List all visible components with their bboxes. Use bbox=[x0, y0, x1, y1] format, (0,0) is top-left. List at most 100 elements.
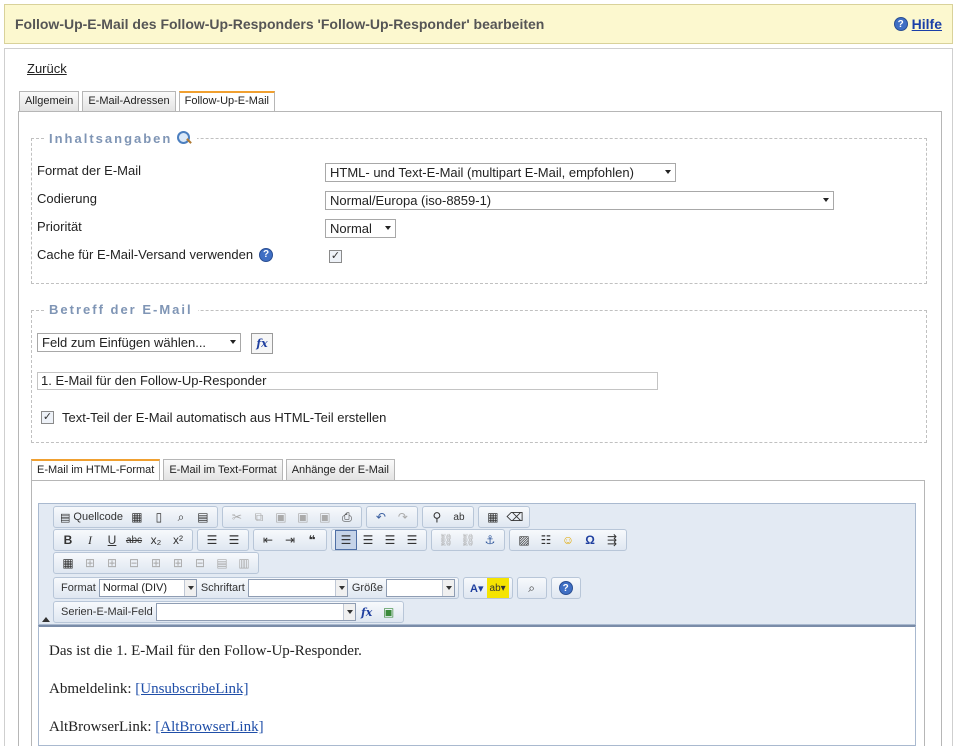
function-button[interactable]: fx bbox=[251, 333, 273, 354]
subscript-icon[interactable]: x₂ bbox=[145, 530, 167, 550]
cache-checkbox[interactable]: ✓ bbox=[329, 250, 342, 263]
toolbar-collapse-icon[interactable] bbox=[42, 617, 50, 622]
link-icon[interactable]: ⛓ bbox=[435, 530, 457, 550]
print-icon[interactable]: ⎙ bbox=[336, 507, 358, 527]
anchor-icon[interactable]: ⚓ bbox=[479, 530, 501, 550]
help-icon[interactable]: ? bbox=[259, 247, 274, 262]
superscript-icon[interactable]: x² bbox=[167, 530, 189, 550]
tab-text-email[interactable]: E-Mail im Text-Format bbox=[163, 459, 283, 480]
special-char-icon[interactable]: Ω bbox=[579, 530, 601, 550]
text-color-icon[interactable]: A▾ bbox=[467, 578, 486, 598]
size-combo[interactable] bbox=[386, 579, 456, 597]
align-right-icon[interactable]: ☰ bbox=[379, 530, 401, 550]
mergefield-combo[interactable] bbox=[155, 603, 356, 621]
unsubscribe-link[interactable]: [UnsubscribeLink] bbox=[135, 681, 248, 697]
subject-legend-text: Betreff der E-Mail bbox=[49, 302, 193, 317]
subject-legend: Betreff der E-Mail bbox=[44, 302, 198, 317]
undo-icon[interactable]: ↶ bbox=[370, 507, 392, 527]
content-line-1: Das ist die 1. E-Mail für den Follow-Up-… bbox=[49, 643, 362, 659]
toolbar-row-2: B I U abc x₂ x² ☰ ☰ ⇤ ⇥ ❝ ☰ ☰ ☰ ☰ ⛓ ⛓ ⚓ … bbox=[53, 529, 631, 551]
toolbar-group-colors: A▾ ab▾ bbox=[463, 577, 513, 599]
align-center-icon[interactable]: ☰ bbox=[357, 530, 379, 550]
insert-row-before-icon[interactable]: ⊞ bbox=[79, 553, 101, 573]
insert-field-select[interactable]: Feld zum Einfügen wählen... bbox=[37, 333, 241, 352]
numbered-list-icon[interactable]: ☰ bbox=[201, 530, 223, 550]
align-justify-icon[interactable]: ☰ bbox=[401, 530, 423, 550]
format-select[interactable]: HTML- und Text-E-Mail (multipart E-Mail,… bbox=[325, 163, 676, 182]
align-left-icon[interactable]: ☰ bbox=[335, 530, 357, 550]
altbrowser-link[interactable]: [AltBrowserLink] bbox=[155, 719, 263, 735]
templates-icon[interactable]: ▤ bbox=[192, 507, 214, 527]
tab-email-addresses[interactable]: E-Mail-Adressen bbox=[82, 91, 176, 111]
background-color-icon[interactable]: ab▾ bbox=[486, 578, 509, 598]
paste-icon[interactable]: ▣ bbox=[270, 507, 292, 527]
bulleted-list-icon[interactable]: ☰ bbox=[223, 530, 245, 550]
page-break-icon[interactable]: ⇶ bbox=[601, 530, 623, 550]
new-page-icon[interactable]: ▯ bbox=[148, 507, 170, 527]
function-icon[interactable]: fx bbox=[356, 602, 378, 622]
paste-word-icon[interactable]: ▣ bbox=[314, 507, 336, 527]
select-all-icon[interactable]: ▦ bbox=[482, 507, 504, 527]
redo-icon[interactable]: ↷ bbox=[392, 507, 414, 527]
auto-text-checkbox[interactable]: ✓ bbox=[41, 411, 54, 424]
bold-icon[interactable]: B bbox=[57, 530, 79, 550]
about-icon[interactable]: ? bbox=[555, 578, 577, 598]
horizontal-rule-icon[interactable]: ☷ bbox=[535, 530, 557, 550]
remove-format-icon[interactable]: ⌫ bbox=[504, 507, 526, 527]
format-label: Format der E-Mail bbox=[37, 163, 142, 178]
help-link-group[interactable]: ? Hilfe bbox=[893, 16, 942, 32]
copy-icon[interactable]: ⧉ bbox=[248, 507, 270, 527]
source-button[interactable]: ▤ Quellcode bbox=[57, 507, 126, 527]
split-cells-icon[interactable]: ▥ bbox=[233, 553, 255, 573]
encoding-select[interactable]: Normal/Europa (iso-8859-1) bbox=[325, 191, 834, 210]
encoding-label: Codierung bbox=[37, 191, 97, 206]
insert-row-after-icon[interactable]: ⊞ bbox=[101, 553, 123, 573]
preview-icon[interactable]: ⌕ bbox=[170, 507, 192, 527]
insert-template-icon[interactable]: ▣ bbox=[378, 602, 400, 622]
delete-row-icon[interactable]: ⊟ bbox=[123, 553, 145, 573]
smiley-icon[interactable]: ☺ bbox=[557, 530, 579, 550]
outdent-icon[interactable]: ⇤ bbox=[257, 530, 279, 550]
format-combo[interactable]: Normal (DIV) bbox=[98, 579, 197, 597]
image-icon[interactable]: ▨ bbox=[513, 530, 535, 550]
toolbar-row-5: Serien-E-Mail-Feld fx ▣ bbox=[53, 601, 408, 623]
toolbar-group-indent: ⇤ ⇥ ❝ bbox=[253, 529, 327, 551]
insert-column-after-icon[interactable]: ⊞ bbox=[167, 553, 189, 573]
toolbar-group-basic: B I U abc x₂ x² bbox=[53, 529, 193, 551]
tab-attachments[interactable]: Anhänge der E-Mail bbox=[285, 459, 395, 480]
chevron-down-icon bbox=[230, 340, 236, 344]
find-icon[interactable]: ⚲ bbox=[426, 507, 448, 527]
save-icon[interactable]: ▦ bbox=[126, 507, 148, 527]
priority-select[interactable]: Normal bbox=[325, 219, 396, 238]
table-icon[interactable]: ▦ bbox=[57, 553, 79, 573]
help-icon[interactable]: ? bbox=[893, 17, 908, 31]
tab-general[interactable]: Allgemein bbox=[19, 91, 80, 111]
unlink-icon[interactable]: ⛓ bbox=[457, 530, 479, 550]
strike-icon[interactable]: abc bbox=[123, 530, 145, 550]
underline-icon[interactable]: U bbox=[101, 530, 123, 550]
cache-label: Cache für E-Mail-Versand verwenden bbox=[37, 247, 254, 262]
font-combo[interactable] bbox=[247, 579, 348, 597]
toolbar-row-3: ▦ ⊞ ⊞ ⊟ ⊞ ⊞ ⊟ ▤ ▥ bbox=[53, 552, 263, 574]
subject-input[interactable]: 1. E-Mail für den Follow-Up-Responder bbox=[37, 372, 658, 390]
insert-column-before-icon[interactable]: ⊞ bbox=[145, 553, 167, 573]
editor-content[interactable]: Das ist die 1. E-Mail für den Follow-Up-… bbox=[38, 625, 916, 746]
magnifier-icon[interactable] bbox=[176, 130, 192, 146]
indent-icon[interactable]: ⇥ bbox=[279, 530, 301, 550]
delete-column-icon[interactable]: ⊟ bbox=[189, 553, 211, 573]
blockquote-icon[interactable]: ❝ bbox=[301, 530, 323, 550]
chevron-down-icon bbox=[334, 580, 347, 596]
help-link[interactable]: Hilfe bbox=[912, 16, 942, 32]
merge-cells-icon[interactable]: ▤ bbox=[211, 553, 233, 573]
toolbar-group-links: ⛓ ⛓ ⚓ bbox=[431, 529, 505, 551]
chevron-down-icon bbox=[665, 170, 671, 174]
paste-text-icon[interactable]: ▣ bbox=[292, 507, 314, 527]
tab-followup-email[interactable]: Follow-Up-E-Mail bbox=[178, 91, 275, 112]
back-link[interactable]: Zurück bbox=[27, 61, 67, 76]
italic-icon[interactable]: I bbox=[79, 530, 101, 550]
show-blocks-icon[interactable]: ⌕ bbox=[521, 578, 543, 598]
replace-icon[interactable]: ab bbox=[448, 507, 470, 527]
format-combo-value: Normal (DIV) bbox=[102, 582, 168, 594]
tab-html-email[interactable]: E-Mail im HTML-Format bbox=[31, 459, 161, 481]
cut-icon[interactable]: ✂ bbox=[226, 507, 248, 527]
